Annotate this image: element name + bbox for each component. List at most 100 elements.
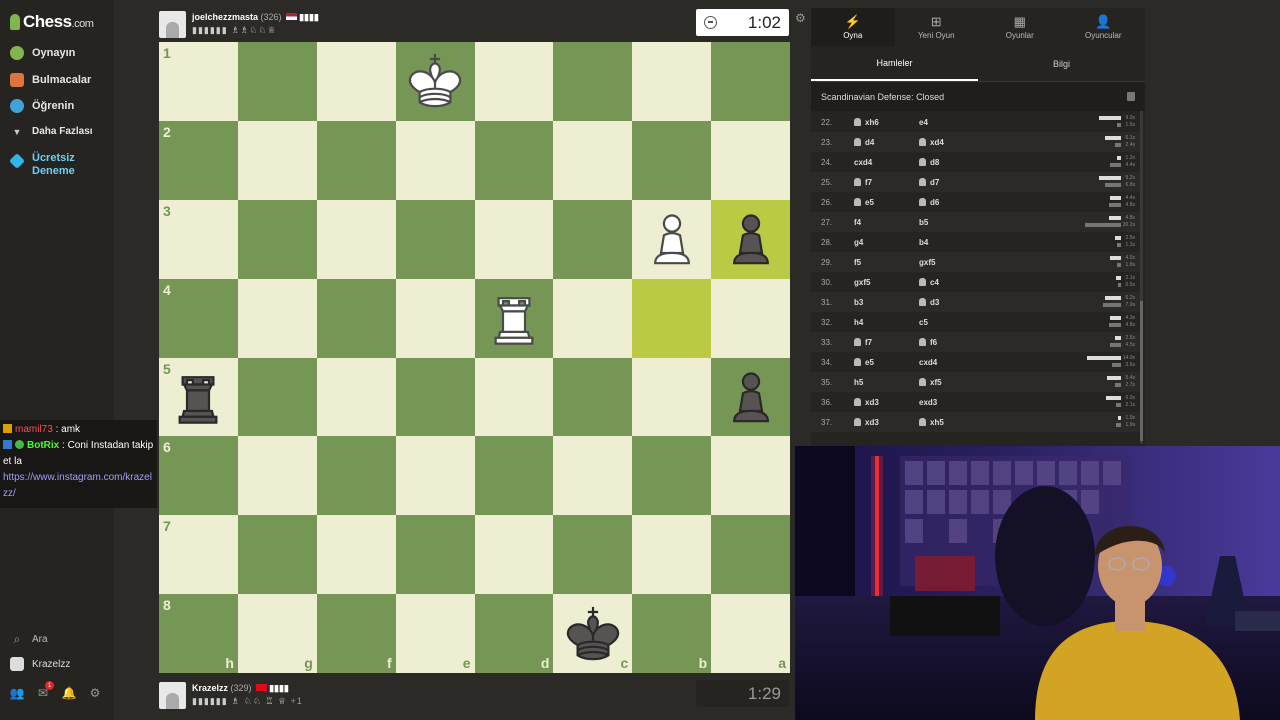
subtab-info[interactable]: Bilgi: [978, 46, 1145, 81]
board-square[interactable]: [711, 199, 790, 279]
board-square[interactable]: [395, 278, 475, 358]
black-move[interactable]: xd4: [919, 138, 944, 147]
white-move[interactable]: gxf5: [854, 278, 870, 287]
black-move[interactable]: b5: [919, 218, 928, 227]
board-square[interactable]: 2: [159, 120, 238, 200]
board-square[interactable]: [553, 436, 633, 516]
board-square[interactable]: [632, 357, 712, 437]
subtab-moves[interactable]: Hamleler: [811, 46, 978, 81]
sidebar-item-learn[interactable]: Öğrenin: [10, 99, 74, 113]
board-square[interactable]: 8h: [159, 594, 238, 673]
board-square[interactable]: [632, 120, 712, 200]
board-square[interactable]: [395, 357, 475, 437]
board-square[interactable]: [632, 199, 712, 279]
board-square[interactable]: [395, 42, 475, 121]
board-square[interactable]: e: [395, 594, 475, 673]
top-player-name[interactable]: joelchezzmasta: [192, 12, 258, 22]
board-square[interactable]: [237, 120, 317, 200]
white-move[interactable]: xd3: [854, 398, 879, 407]
sidebar-search[interactable]: ⌕ Ara: [10, 632, 48, 646]
sidebar-user[interactable]: Krazelzz: [10, 657, 70, 671]
black-move[interactable]: gxf5: [919, 258, 935, 267]
black-pawn-piece[interactable]: [711, 358, 790, 437]
board-square[interactable]: [553, 199, 633, 279]
friends-icon[interactable]: 👥: [10, 686, 25, 700]
board-square[interactable]: f: [316, 594, 396, 673]
board-square[interactable]: [237, 278, 317, 358]
top-player-avatar[interactable]: [159, 10, 186, 38]
white-move[interactable]: xd3: [854, 418, 879, 427]
board-square[interactable]: [316, 278, 396, 358]
board-square[interactable]: [474, 436, 554, 516]
board-square[interactable]: 7: [159, 515, 238, 595]
board-square[interactable]: [632, 42, 712, 121]
board-square[interactable]: [553, 278, 633, 358]
settings-gear-icon[interactable]: ⚙: [88, 686, 102, 700]
black-pawn-piece[interactable]: [711, 200, 790, 279]
board-square[interactable]: [711, 42, 790, 121]
trash-icon[interactable]: [1127, 92, 1135, 101]
white-move[interactable]: f5: [854, 258, 861, 267]
white-move[interactable]: h5: [854, 378, 863, 387]
board-square[interactable]: [316, 515, 396, 595]
white-move[interactable]: e5: [854, 198, 874, 207]
tab-new-game[interactable]: ⊞ Yeni Oyun: [895, 8, 979, 46]
white-king-piece[interactable]: [396, 42, 475, 121]
board-square[interactable]: [395, 199, 475, 279]
board-square[interactable]: [316, 436, 396, 516]
scrollbar-thumb[interactable]: [1140, 301, 1143, 441]
black-move[interactable]: b4: [919, 238, 928, 247]
board-square[interactable]: [474, 357, 554, 437]
black-move[interactable]: c5: [919, 318, 928, 327]
board-square[interactable]: d: [474, 594, 554, 673]
board-square[interactable]: 3: [159, 199, 238, 279]
board-square[interactable]: [711, 515, 790, 595]
black-move[interactable]: c4: [919, 278, 939, 287]
sidebar-item-puzzles[interactable]: Bulmacalar: [10, 73, 91, 87]
board-square[interactable]: [237, 515, 317, 595]
white-move[interactable]: xh6: [854, 118, 879, 127]
bell-icon[interactable]: 🔔: [62, 686, 77, 700]
board-square[interactable]: [711, 436, 790, 516]
board-square[interactable]: 6: [159, 436, 238, 516]
board-square[interactable]: [237, 436, 317, 516]
sidebar-item-more[interactable]: ▼ Daha Fazlası: [10, 126, 93, 137]
board-square[interactable]: [474, 120, 554, 200]
board-square[interactable]: [237, 42, 317, 121]
sidebar-item-play[interactable]: Oynayın: [10, 46, 75, 60]
black-move[interactable]: d7: [919, 178, 939, 187]
board-square[interactable]: [474, 199, 554, 279]
board-square[interactable]: [474, 278, 554, 358]
white-move[interactable]: e5: [854, 358, 874, 367]
board-square[interactable]: [395, 515, 475, 595]
white-move[interactable]: f7: [854, 178, 872, 187]
white-pawn-piece[interactable]: [632, 200, 711, 279]
board-square[interactable]: [553, 357, 633, 437]
white-move[interactable]: g4: [854, 238, 863, 247]
board-square[interactable]: a: [711, 594, 790, 673]
white-move[interactable]: h4: [854, 318, 863, 327]
board-square[interactable]: [632, 436, 712, 516]
board-settings-gear-icon[interactable]: ⚙: [795, 11, 806, 25]
board-square[interactable]: [711, 120, 790, 200]
bottom-player-name[interactable]: Krazelzz: [192, 683, 228, 693]
white-move[interactable]: f4: [854, 218, 861, 227]
board-square[interactable]: [395, 436, 475, 516]
black-king-piece[interactable]: [553, 594, 632, 673]
board-square[interactable]: [711, 278, 790, 358]
board-square[interactable]: [553, 120, 633, 200]
black-move[interactable]: xh5: [919, 418, 944, 427]
board-square[interactable]: [237, 357, 317, 437]
board-square[interactable]: b: [632, 594, 712, 673]
white-move[interactable]: cxd4: [854, 158, 872, 167]
board-square[interactable]: c: [553, 594, 633, 673]
bottom-player-avatar[interactable]: [159, 681, 186, 709]
tab-players[interactable]: 👤 Oyuncular: [1062, 8, 1146, 46]
board-square[interactable]: [632, 278, 712, 358]
black-move[interactable]: xf5: [919, 378, 942, 387]
chat-link[interactable]: https://www.instagram.com/krazelzz/: [3, 470, 154, 502]
tab-play[interactable]: ⚡ Oyna: [811, 8, 895, 46]
board-square[interactable]: [316, 199, 396, 279]
board-square[interactable]: [316, 357, 396, 437]
chess-board[interactable]: 12345678hgfedcba: [159, 42, 790, 673]
